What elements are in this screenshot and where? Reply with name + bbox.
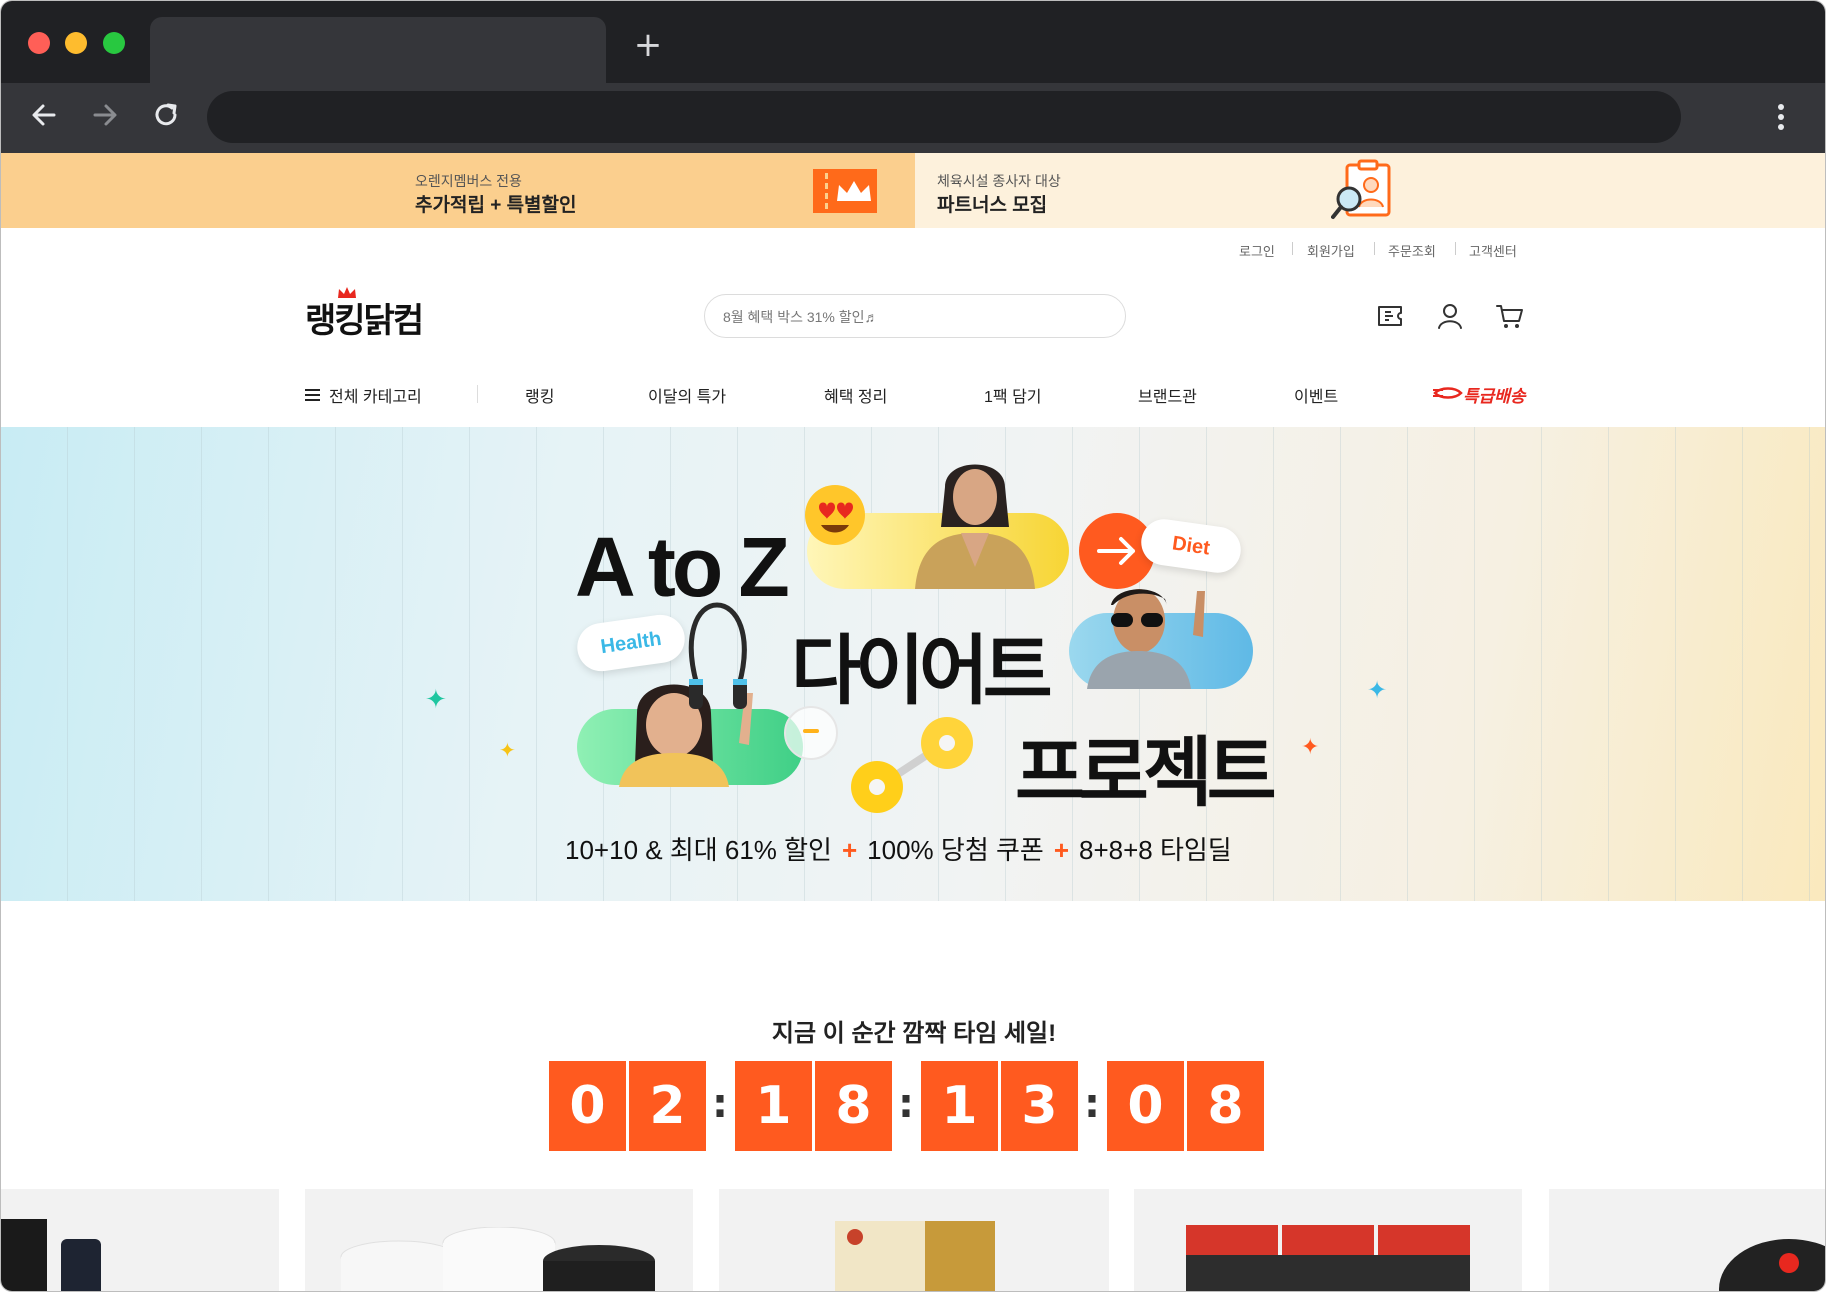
nav-item-events[interactable]: 이벤트	[1294, 383, 1338, 407]
promo-banner-partners[interactable]: 체육시설 종사자 대상 파트너스 모집	[915, 153, 1825, 228]
countdown-digit: 3	[1001, 1061, 1078, 1151]
promo-banner-members[interactable]: 오렌지멤버스 전용 추가적립 + 특별할인	[1, 153, 915, 228]
countdown-digit: 0	[549, 1061, 626, 1151]
sparkle-icon: ✦	[425, 685, 447, 715]
heart-eyes-emoji-icon	[805, 485, 865, 545]
divider	[1292, 242, 1293, 255]
hero-title-line3: 프로젝트	[1015, 728, 1277, 817]
address-bar[interactable]	[207, 91, 1681, 143]
hero-subtitle: 10+10 & 최대 61% 할인 +100% 당첨 쿠폰 +8+8+8 타임딜	[565, 830, 1232, 867]
product-image	[1, 1219, 101, 1291]
reload-icon[interactable]	[148, 97, 184, 133]
divider	[477, 385, 478, 403]
countdown-digit: 1	[921, 1061, 998, 1151]
nav-item-one-pack[interactable]: 1팩 담기	[984, 383, 1042, 407]
search-input[interactable]: 8월 혜택 박스 31% 할인♬	[704, 294, 1126, 338]
maximize-window-button[interactable]	[103, 32, 125, 54]
plus-separator: +	[1053, 835, 1069, 865]
divider	[1455, 242, 1456, 255]
countdown-colon: :	[712, 1081, 728, 1127]
product-card[interactable]	[719, 1189, 1109, 1291]
forward-arrow-icon[interactable]	[87, 97, 123, 133]
product-image	[1719, 1239, 1825, 1291]
nav-item-ranking[interactable]: 랭킹	[525, 383, 554, 407]
login-link[interactable]: 로그인	[1239, 241, 1275, 260]
back-arrow-icon[interactable]	[26, 97, 62, 133]
order-lookup-link[interactable]: 주문조회	[1388, 241, 1436, 260]
delivery-truck-icon	[1433, 387, 1463, 399]
product-image	[835, 1221, 995, 1291]
user-icon[interactable]	[1435, 301, 1465, 331]
customer-center-link[interactable]: 고객센터	[1469, 241, 1517, 260]
promo-partners-title: 파트너스 모집	[937, 195, 1048, 216]
promo-members-title: 추가적립 + 특별할인	[415, 195, 577, 216]
model-man-sunglasses-image	[1087, 589, 1205, 689]
countdown-digit: 0	[1107, 1061, 1184, 1151]
promo-members-subtitle: 오렌지멤버스 전용	[415, 173, 522, 189]
countdown-digit: 1	[735, 1061, 812, 1151]
countdown-digit: 2	[629, 1061, 706, 1151]
product-card[interactable]	[305, 1189, 693, 1291]
hero-subtitle-coupon: 100% 당첨 쿠폰	[867, 835, 1044, 865]
close-window-button[interactable]	[28, 32, 50, 54]
hero-title-line2: 다이어트	[791, 626, 1053, 715]
countdown-digit: 8	[815, 1061, 892, 1151]
hero-subtitle-discount: 10+10 & 최대 61% 할인	[565, 835, 832, 865]
nav-item-brands[interactable]: 브랜드관	[1138, 383, 1197, 407]
minimize-window-button[interactable]	[65, 32, 87, 54]
product-image	[1186, 1225, 1470, 1291]
sparkle-icon: ✦	[1367, 676, 1388, 704]
product-card[interactable]	[1549, 1189, 1825, 1291]
new-tab-button[interactable]: +	[631, 28, 665, 63]
browser-window: + 오렌지멤버스 전용 추가적립 + 특별할인 체육시설 종사자 대상 파트너스…	[0, 0, 1826, 1292]
time-sale-title: 지금 이 순간 깜짝 타임 세일!	[771, 1020, 1057, 1047]
coupon-icon[interactable]	[1375, 301, 1405, 331]
express-delivery-label: 특급배송	[1463, 387, 1526, 406]
product-image	[340, 1227, 655, 1291]
all-categories-menu[interactable]: 전체 카테고리	[329, 383, 422, 407]
hamburger-menu-icon[interactable]	[305, 389, 320, 401]
promo-partners-subtitle: 체육시설 종사자 대상	[937, 173, 1061, 189]
sparkle-icon: ✦	[499, 738, 516, 762]
countdown-digit: 8	[1187, 1061, 1264, 1151]
coupon-crown-icon	[813, 169, 877, 213]
search-placeholder: 8월 혜택 박스 31% 할인♬	[723, 309, 879, 325]
clipboard-search-icon	[1331, 159, 1391, 219]
divider	[1374, 242, 1375, 255]
sparkle-icon: ✦	[1301, 735, 1320, 760]
browser-tab[interactable]	[150, 17, 606, 83]
countdown-colon: :	[1084, 1081, 1100, 1127]
plus-separator: +	[841, 835, 858, 865]
model-woman-image	[915, 464, 1035, 589]
hero-subtitle-timedeal: 8+8+8 타임딜	[1079, 835, 1232, 865]
site-logo[interactable]: 랭킹닭컴	[305, 293, 424, 342]
express-delivery-link[interactable]: 특급배송	[1433, 381, 1526, 406]
hero-banner[interactable]: ✦ ✦ ✦ ✦ Diet Health A to Z 다이어트 프로젝트 10+…	[1, 427, 1825, 901]
hero-title-line1: A to Z	[575, 520, 790, 614]
cart-icon[interactable]	[1495, 301, 1525, 331]
product-card[interactable]	[1, 1189, 279, 1291]
nav-item-monthly-deals[interactable]: 이달의 특가	[648, 383, 726, 407]
product-card[interactable]	[1134, 1189, 1522, 1291]
browser-menu-icon[interactable]	[1771, 97, 1791, 137]
dumbbell-icon	[851, 717, 973, 813]
countdown-colon: :	[898, 1081, 914, 1127]
nav-item-benefits[interactable]: 혜택 정리	[824, 383, 887, 407]
signup-link[interactable]: 회원가입	[1307, 241, 1355, 260]
